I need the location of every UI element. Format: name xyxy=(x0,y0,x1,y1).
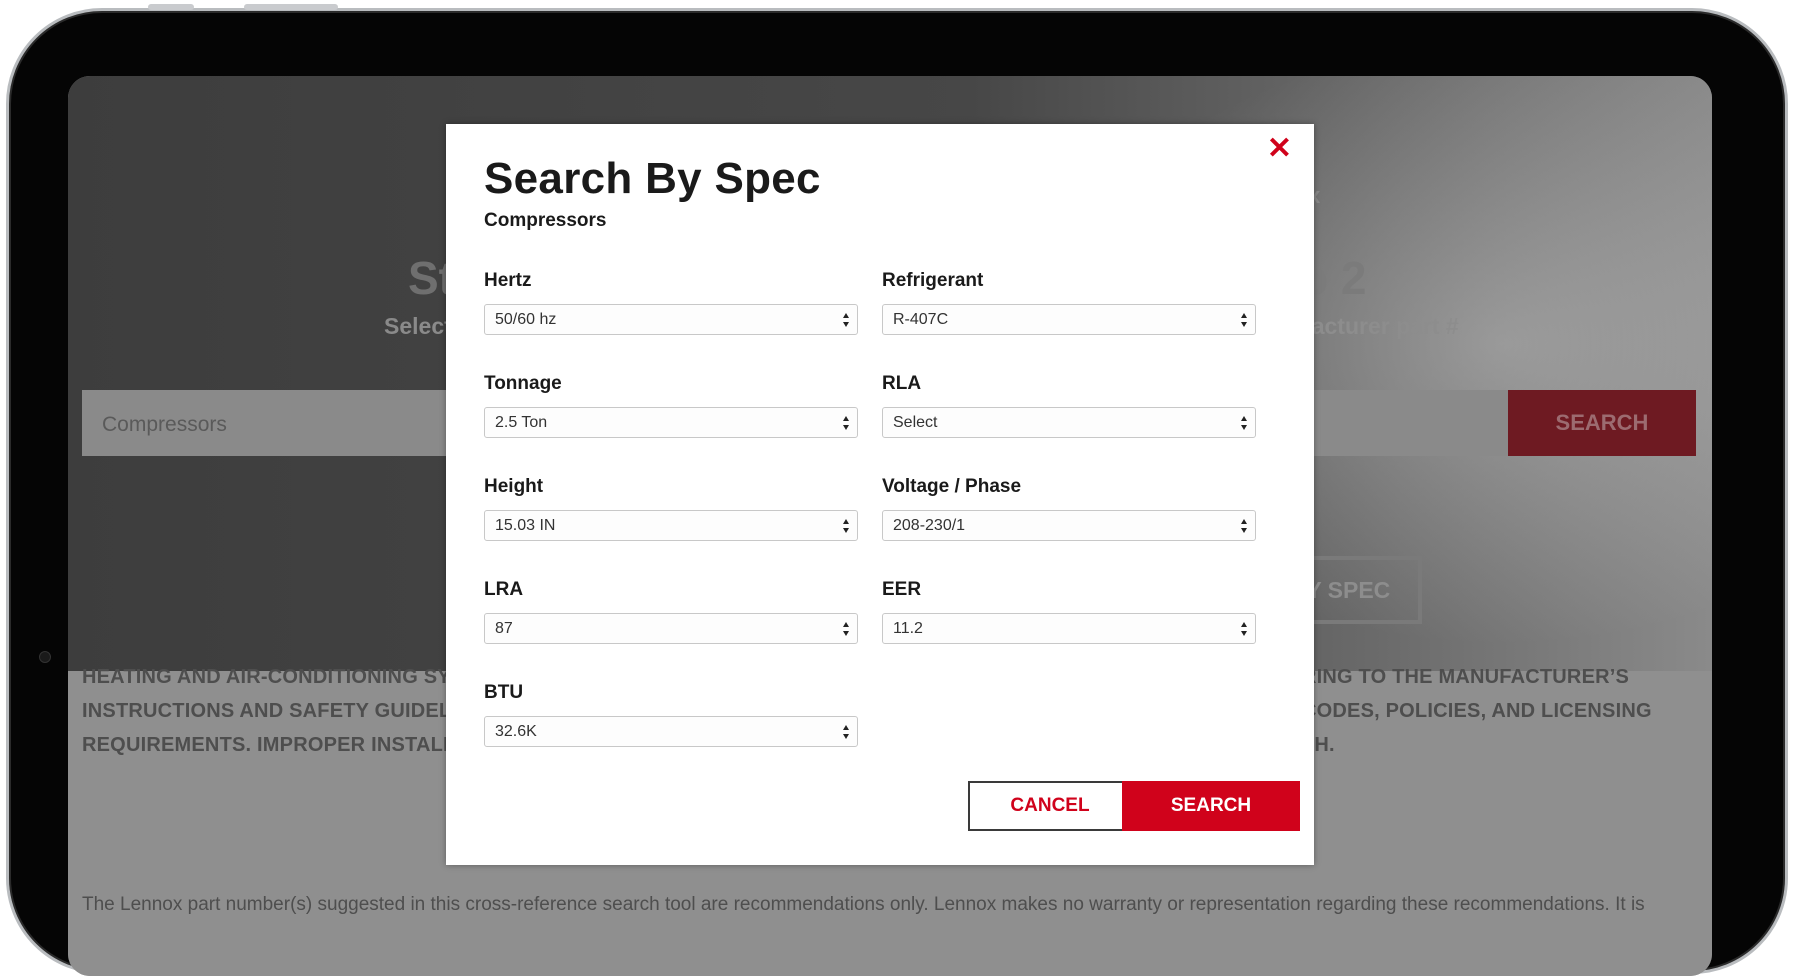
refrigerant-value: R-407C xyxy=(893,311,949,328)
select-arrows-icon xyxy=(1241,519,1247,533)
step-1-subtext: Select xyxy=(384,313,452,339)
search-button[interactable]: SEARCH xyxy=(1122,781,1300,831)
tonnage-value: 2.5 Ton xyxy=(495,414,548,431)
btu-select[interactable]: 32.6K xyxy=(484,716,858,747)
eer-value: 11.2 xyxy=(893,620,923,637)
select-arrows-icon xyxy=(1241,416,1247,430)
rla-select[interactable]: Select xyxy=(882,407,1256,438)
category-search-value: Compressors xyxy=(102,413,227,436)
select-arrows-icon xyxy=(843,622,849,636)
modal-subtitle: Compressors xyxy=(484,210,607,231)
voltage-phase-select[interactable]: 208-230/1 xyxy=(882,510,1256,541)
lra-value: 87 xyxy=(495,620,513,637)
select-arrows-icon xyxy=(843,416,849,430)
eer-select[interactable]: 11.2 xyxy=(882,613,1256,644)
cancel-button[interactable]: CANCEL xyxy=(968,781,1132,831)
select-arrows-icon xyxy=(1241,313,1247,327)
refrigerant-label: Refrigerant xyxy=(882,270,984,291)
close-icon[interactable]: ✕ xyxy=(1267,132,1292,166)
lra-select[interactable]: 87 xyxy=(484,613,858,644)
height-select[interactable]: 15.03 IN xyxy=(484,510,858,541)
disclaimer-text: The Lennox part number(s) suggested in t… xyxy=(82,894,1645,915)
modal-title: Search By Spec xyxy=(484,154,821,203)
step-2-subtext: ufacturer part # xyxy=(1290,313,1459,339)
hertz-select[interactable]: 50/60 hz xyxy=(484,304,858,335)
warning-line-1-right: RING TO THE MANUFACTURER’S xyxy=(1302,666,1630,688)
voltage-phase-value: 208-230/1 xyxy=(893,517,966,534)
height-value: 15.03 IN xyxy=(495,517,556,534)
hero-search-button[interactable]: SEARCH xyxy=(1508,390,1696,456)
warning-line-2-right: CODES, POLICIES, AND LICENSING xyxy=(1302,700,1652,722)
select-arrows-icon xyxy=(843,313,849,327)
btu-value: 32.6K xyxy=(495,723,537,740)
voltage-phase-label: Voltage / Phase xyxy=(882,476,1022,497)
rla-label: RLA xyxy=(882,373,922,394)
tonnage-label: Tonnage xyxy=(484,373,562,394)
height-label: Height xyxy=(484,476,544,497)
eer-label: EER xyxy=(882,579,922,600)
warning-line-3-right: TH. xyxy=(1302,734,1335,756)
search-by-spec-modal: ✕ Search By Spec Compressors Hertz 50/60… xyxy=(446,124,1314,865)
hertz-label: Hertz xyxy=(484,270,532,291)
tonnage-select[interactable]: 2.5 Ton xyxy=(484,407,858,438)
select-arrows-icon xyxy=(843,519,849,533)
camera-dot xyxy=(39,651,51,663)
hertz-value: 50/60 hz xyxy=(495,311,557,328)
device-top-button xyxy=(148,4,194,10)
select-arrows-icon xyxy=(843,725,849,739)
device-top-button xyxy=(244,4,338,10)
select-arrows-icon xyxy=(1241,622,1247,636)
rla-value: Select xyxy=(893,414,938,431)
refrigerant-select[interactable]: R-407C xyxy=(882,304,1256,335)
btu-label: BTU xyxy=(484,682,524,703)
lra-label: LRA xyxy=(484,579,524,600)
